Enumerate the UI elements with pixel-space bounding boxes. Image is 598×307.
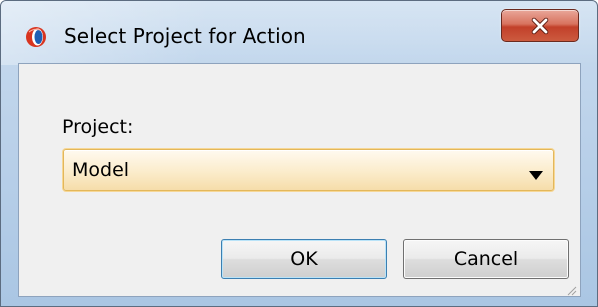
app-icon	[25, 26, 47, 48]
cancel-button[interactable]: Cancel	[403, 239, 569, 279]
dialog-content: Project: Model OK Cancel	[18, 63, 581, 297]
dropdown-arrow-icon	[529, 165, 543, 180]
project-dropdown[interactable]: Model	[63, 149, 554, 191]
dialog-title: Select Project for Action	[64, 24, 306, 48]
project-dropdown-value: Model	[72, 159, 130, 181]
close-button[interactable]	[501, 9, 579, 42]
title-bar[interactable]: Select Project for Action	[1, 1, 597, 63]
ok-button[interactable]: OK	[221, 239, 387, 279]
project-label: Project:	[62, 116, 134, 138]
dialog-window: Select Project for Action Project: Model…	[0, 0, 598, 307]
close-icon	[502, 10, 578, 41]
resize-grip-icon[interactable]	[565, 281, 577, 296]
